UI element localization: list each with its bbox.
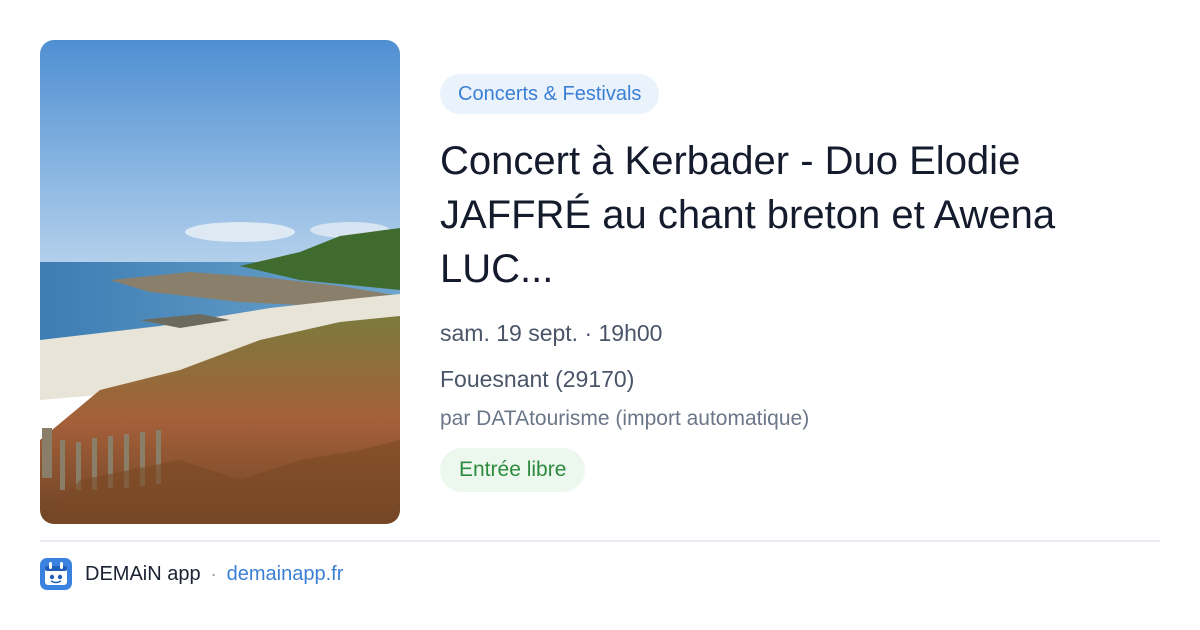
event-title-line: LUC... [440,247,554,291]
demain-logo-icon[interactable] [40,558,72,590]
event-title-line: JAFFRÉ au chant breton et Awena [440,193,1056,237]
app-name: DEMAiN app [85,562,201,585]
event-details: Concerts & Festivals Concert à Kerbader … [440,74,1160,492]
footer-separator: · [210,563,217,584]
event-photo [40,40,400,524]
category-badge[interactable]: Concerts & Festivals [440,74,660,114]
footer: DEMAiN app · demainapp.fr [40,557,343,591]
event-title[interactable]: Concert à Kerbader - Duo Elodie JAFFRÉ a… [440,134,1140,296]
app-url-link[interactable]: demainapp.fr [227,563,344,586]
event-source: par DATAtourisme (import automatique) [440,407,810,430]
event-datetime: sam. 19 sept. · 19h00 [440,320,663,346]
footer-divider [40,540,1160,542]
event-location: Fouesnant (29170) [440,366,635,392]
coastal-beach-image [40,40,400,524]
event-card[interactable]: Concerts & Festivals Concert à Kerbader … [0,0,1200,630]
event-title-line: Concert à Kerbader - Duo Elodie [440,139,1021,183]
price-badge: Entrée libre [440,448,586,492]
